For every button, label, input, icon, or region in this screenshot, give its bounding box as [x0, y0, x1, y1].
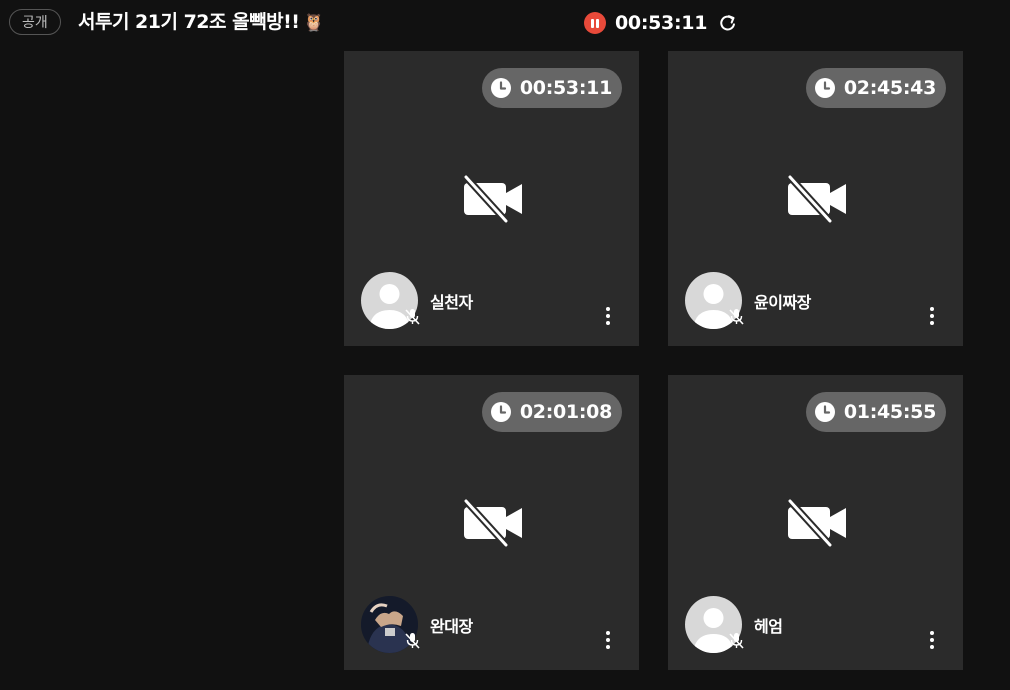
study-time-badge: 02:45:43 — [805, 68, 946, 108]
clock-icon — [814, 78, 835, 98]
mic-off-icon — [405, 633, 420, 649]
participant-name: 완대장 — [430, 617, 473, 636]
mic-off-icon — [405, 309, 420, 325]
session-timer: 00:53:11 — [584, 11, 739, 35]
participant-tile[interactable]: 02:01:08 완대장 — [344, 375, 639, 670]
study-time: 02:45:43 — [843, 77, 936, 99]
participant-tile[interactable]: 01:45:55 헤엄 — [668, 375, 963, 670]
more-options-icon[interactable] — [598, 304, 618, 328]
mic-off-icon — [729, 309, 744, 325]
study-time-badge: 01:45:55 — [805, 392, 946, 432]
top-bar: 공개 서투기 21기 72조 올빽방!! 🦉 00:53:11 — [0, 0, 1010, 46]
participant-tile[interactable]: 02:45:43 윤이짜장 — [668, 51, 963, 346]
study-time-badge: 00:53:11 — [481, 68, 622, 108]
session-timer-text: 00:53:11 — [615, 12, 708, 34]
participant-name: 헤엄 — [754, 617, 783, 636]
study-time: 00:53:11 — [519, 77, 612, 99]
clock-icon — [490, 78, 511, 98]
participant-tile[interactable]: 00:53:11 실천자 — [344, 51, 639, 346]
clock-icon — [814, 402, 835, 422]
participant-name: 윤이짜장 — [754, 293, 811, 312]
more-options-icon[interactable] — [922, 304, 942, 328]
camera-off-icon — [463, 175, 522, 223]
study-time: 01:45:55 — [843, 401, 936, 423]
clock-icon — [490, 402, 511, 422]
owl-emoji: 🦉 — [303, 13, 325, 33]
camera-off-icon — [463, 499, 522, 547]
refresh-icon[interactable] — [717, 12, 739, 34]
study-time-badge: 02:01:08 — [481, 392, 622, 432]
more-options-icon[interactable] — [598, 628, 618, 652]
visibility-badge: 공개 — [9, 9, 61, 35]
mic-off-icon — [729, 633, 744, 649]
room-title-text: 서투기 21기 72조 올빽방!! — [78, 11, 300, 33]
room-title: 서투기 21기 72조 올빽방!! 🦉 — [78, 9, 325, 36]
study-time: 02:01:08 — [519, 401, 612, 423]
camera-off-icon — [787, 499, 846, 547]
more-options-icon[interactable] — [922, 628, 942, 652]
camera-off-icon — [787, 175, 846, 223]
pause-button[interactable] — [584, 12, 606, 34]
participant-name: 실천자 — [430, 293, 473, 312]
pause-icon — [591, 18, 599, 28]
